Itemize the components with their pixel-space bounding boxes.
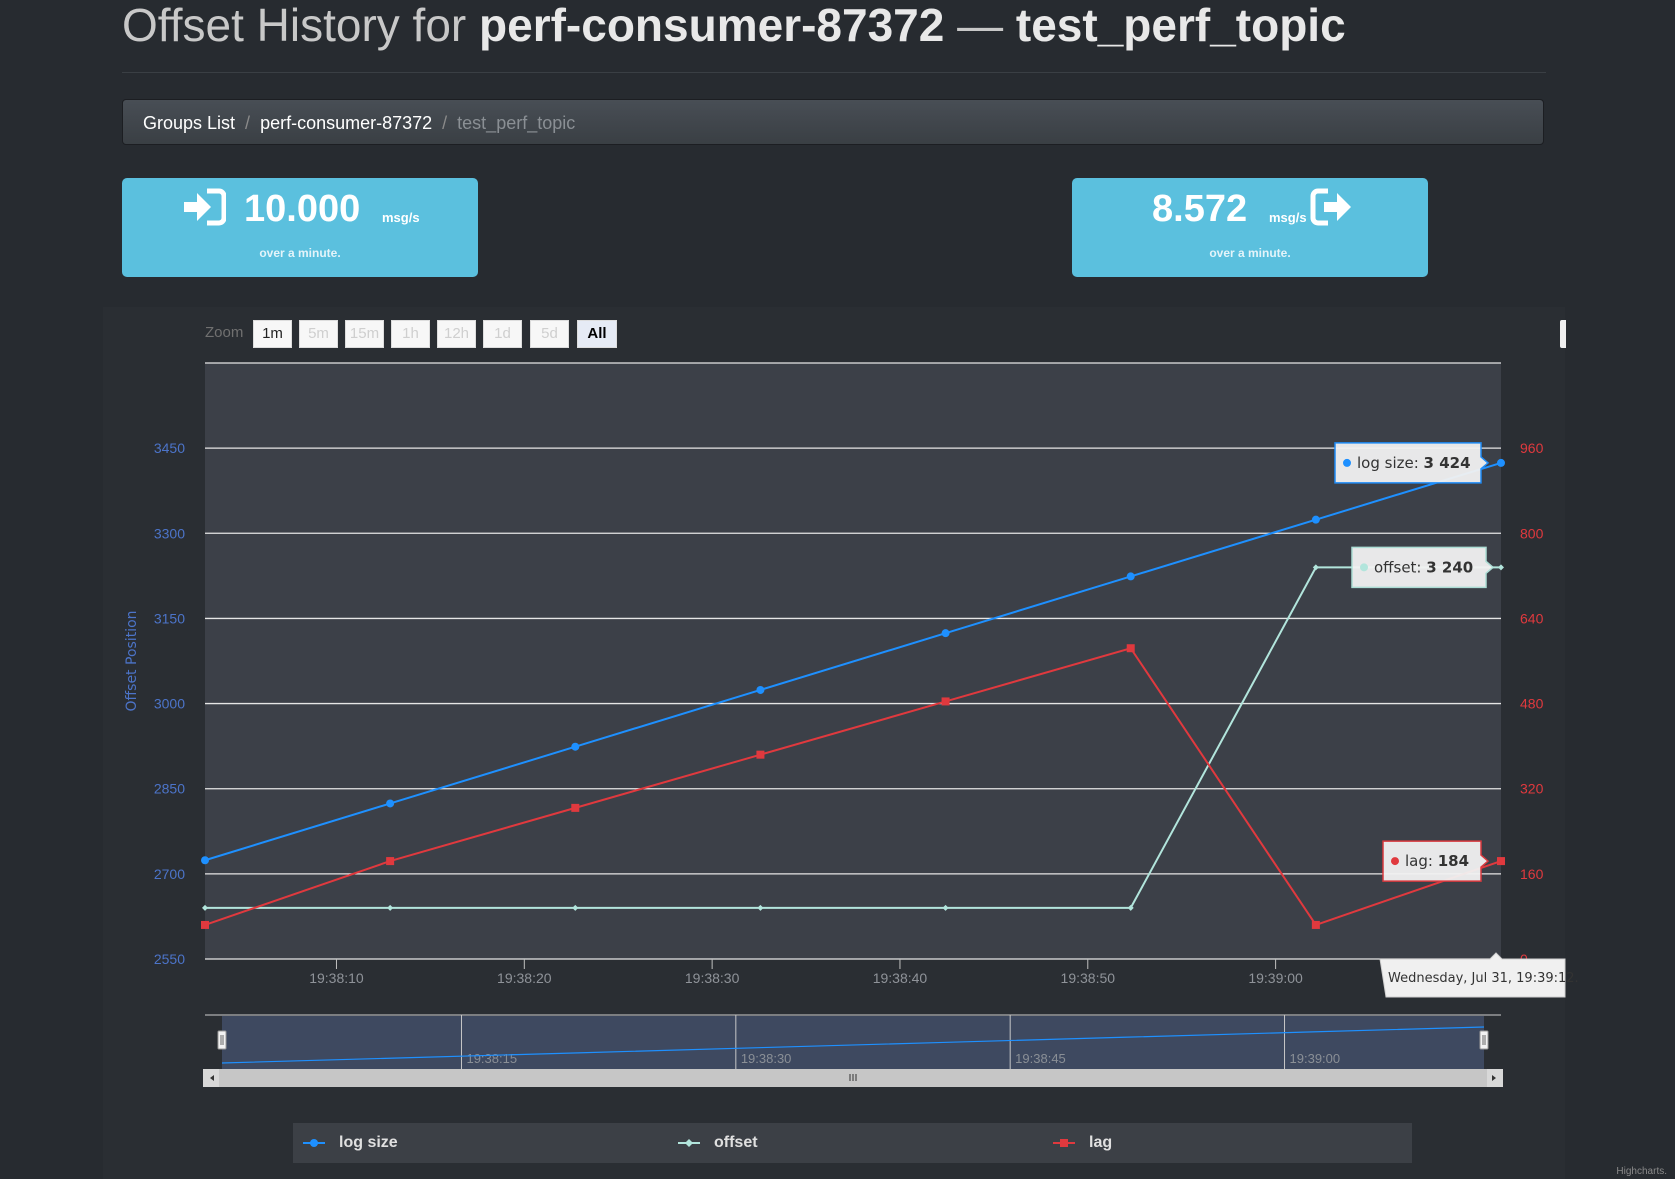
data-point-log-size <box>941 629 950 638</box>
y-right-tick-label: 160 <box>1520 866 1544 882</box>
y-right-tick-label: 800 <box>1520 525 1544 541</box>
crosshair-label: Wednesday, Jul 31, 19:39:12. <box>1379 952 1579 998</box>
tooltip-bullet <box>1343 458 1351 467</box>
legend-label: lag <box>1089 1134 1113 1151</box>
data-point-lag <box>756 750 765 759</box>
legend-item-offset[interactable]: offset <box>678 1123 978 1163</box>
y-right-tick-label: 480 <box>1520 696 1544 712</box>
navigator-handle[interactable] <box>217 1030 227 1050</box>
legend-label: offset <box>714 1134 758 1151</box>
crosshair-label-text: Wednesday, Jul 31, 19:39:12. <box>1388 971 1579 986</box>
legend-label: log size <box>339 1134 398 1151</box>
data-point-log-size <box>1311 515 1320 524</box>
y-left-tick-label: 3000 <box>154 696 185 712</box>
data-point-lag <box>201 920 209 929</box>
diamond-marker-icon <box>678 1139 700 1147</box>
y-right-tick-label: 320 <box>1520 781 1544 797</box>
navigator-tick-label: 19:38:30 <box>741 1051 792 1066</box>
tooltip-value: 184 <box>1438 852 1469 870</box>
navigator-tick-label: 19:38:15 <box>466 1051 517 1066</box>
tooltip-bullet <box>1391 857 1399 866</box>
tooltip-label: log size: <box>1357 454 1424 472</box>
data-point-lag <box>1311 920 1320 929</box>
y-left-tick-label: 3450 <box>154 440 185 456</box>
tooltip-bullet <box>1360 563 1368 572</box>
highcharts-credits[interactable]: Highcharts. <box>1616 1166 1667 1177</box>
navigator-tick-label: 19:39:00 <box>1290 1051 1341 1066</box>
data-point-log-size <box>386 799 395 808</box>
data-point-log-size <box>1497 458 1505 467</box>
y-left-tick-label: 2700 <box>154 866 185 882</box>
data-point-lag <box>941 697 950 706</box>
tooltip-value: 3 240 <box>1426 558 1473 576</box>
tooltip-text: log size: 3 424 <box>1357 454 1471 472</box>
data-point-lag <box>1126 644 1135 653</box>
navigator-handle[interactable] <box>1479 1030 1489 1050</box>
x-tick-label: 19:38:10 <box>309 970 364 986</box>
offset-history-chart: 2550270028503000315033003450016032048064… <box>124 362 1579 1087</box>
legend-item-lag[interactable]: lag <box>1053 1123 1353 1163</box>
data-point-lag <box>571 803 580 812</box>
tooltip-log-size: log size: 3 424 <box>1334 442 1490 484</box>
data-point-log-size <box>756 685 765 694</box>
tooltip-text: lag: 184 <box>1405 852 1469 870</box>
legend-item-log-size[interactable]: log size <box>303 1123 603 1163</box>
data-point-lag <box>1497 857 1505 866</box>
y-right-tick-label: 640 <box>1520 610 1544 626</box>
y-left-tick-label: 2850 <box>154 781 185 797</box>
data-point-log-size <box>201 856 209 865</box>
navigator-handle-grip <box>1479 1030 1489 1050</box>
data-point-log-size <box>571 742 580 751</box>
tooltip-label: offset: <box>1374 558 1426 576</box>
tooltip-offset: offset: 3 240 <box>1351 546 1495 589</box>
square-marker-icon <box>1053 1139 1075 1147</box>
navigator-handle-grip <box>217 1030 227 1050</box>
tooltip-value: 3 424 <box>1424 454 1471 472</box>
y-left-tick-label: 3150 <box>154 610 185 626</box>
x-tick-label: 19:38:20 <box>497 970 552 986</box>
x-tick-label: 19:39:00 <box>1248 970 1303 986</box>
y-left-tick-label: 2550 <box>154 951 185 967</box>
x-tick-label: 19:38:40 <box>873 970 928 986</box>
data-point-lag <box>386 857 395 866</box>
tooltip-lag: lag: 184 <box>1382 840 1490 882</box>
tooltip-text: offset: 3 240 <box>1374 558 1473 576</box>
chart-legend: log size offset lag <box>293 1123 1412 1163</box>
navigator-scrollbar[interactable] <box>203 1069 1503 1087</box>
navigator-tick-label: 19:38:45 <box>1015 1051 1066 1066</box>
data-point-log-size <box>1126 572 1135 581</box>
x-tick-label: 19:38:50 <box>1061 970 1116 986</box>
circle-marker-icon <box>303 1139 325 1147</box>
y-left-tick-label: 3300 <box>154 525 185 541</box>
y-axis-title: Offset Position <box>124 610 140 711</box>
y-right-tick-label: 960 <box>1520 440 1544 456</box>
tooltip-label: lag: <box>1405 852 1438 870</box>
x-tick-label: 19:38:30 <box>685 970 740 986</box>
